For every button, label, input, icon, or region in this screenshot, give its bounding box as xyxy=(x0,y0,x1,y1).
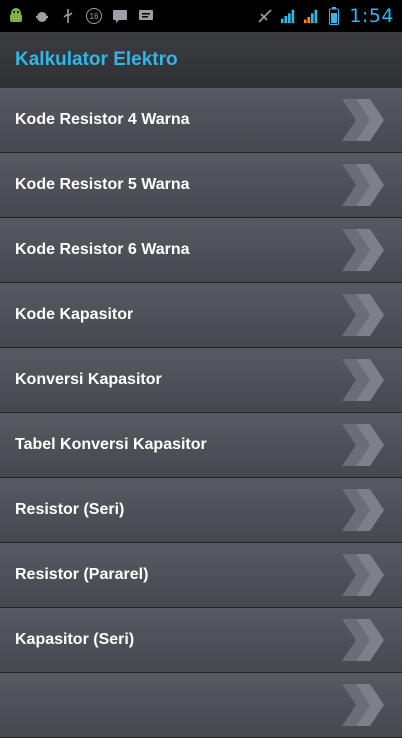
signal-bars-icon xyxy=(303,8,319,24)
menu-item-partial[interactable] xyxy=(0,673,402,738)
menu-item-label: Tabel Konversi Kapasitor xyxy=(15,436,207,453)
menu-item-label: Kode Resistor 6 Warna xyxy=(15,241,190,258)
chevron-right-icon xyxy=(342,684,384,726)
message-icon xyxy=(112,8,128,24)
status-bar: 16 1:54 xyxy=(0,0,402,32)
menu-item-kode-resistor-4-warna[interactable]: Kode Resistor 4 Warna xyxy=(0,88,402,153)
notification-16-icon: 16 xyxy=(86,8,102,24)
menu-item-kode-kapasitor[interactable]: Kode Kapasitor xyxy=(0,283,402,348)
menu-item-label: Kapasitor (Seri) xyxy=(15,631,135,648)
menu-list[interactable]: Kode Resistor 4 Warna Kode Resistor 5 Wa… xyxy=(0,88,402,738)
usb-icon xyxy=(60,8,76,24)
chevron-right-icon xyxy=(342,229,384,271)
menu-item-tabel-konversi-kapasitor[interactable]: Tabel Konversi Kapasitor xyxy=(0,413,402,478)
chevron-right-icon xyxy=(342,294,384,336)
chevron-right-icon xyxy=(342,99,384,141)
menu-item-label: Kode Resistor 5 Warna xyxy=(15,176,190,193)
menu-item-resistor-seri[interactable]: Resistor (Seri) xyxy=(0,478,402,543)
menu-item-kode-resistor-5-warna[interactable]: Kode Resistor 5 Warna xyxy=(0,153,402,218)
hsdpa-signal-icon xyxy=(280,8,296,24)
menu-item-kode-resistor-6-warna[interactable]: Kode Resistor 6 Warna xyxy=(0,218,402,283)
menu-item-label: Resistor (Pararel) xyxy=(15,566,149,583)
no-signal-icon xyxy=(257,8,273,24)
menu-item-label: Resistor (Seri) xyxy=(15,501,125,518)
chevron-right-icon xyxy=(342,489,384,531)
menu-item-label: Kode Resistor 4 Warna xyxy=(15,111,190,128)
status-bar-notifications: 16 xyxy=(0,8,257,24)
app-title: Kalkulator Elektro xyxy=(15,49,178,70)
chevron-right-icon xyxy=(342,164,384,206)
android-debug-icon xyxy=(34,8,50,24)
action-bar: Kalkulator Elektro xyxy=(0,32,402,90)
chevron-right-icon xyxy=(342,619,384,661)
menu-item-kapasitor-seri[interactable]: Kapasitor (Seri) xyxy=(0,608,402,673)
menu-item-konversi-kapasitor[interactable]: Konversi Kapasitor xyxy=(0,348,402,413)
android-icon xyxy=(8,8,24,24)
menu-item-resistor-pararel[interactable]: Resistor (Pararel) xyxy=(0,543,402,608)
battery-charging-icon xyxy=(326,7,342,25)
chevron-right-icon xyxy=(342,359,384,401)
chat-icon xyxy=(138,8,154,24)
chevron-right-icon xyxy=(342,424,384,466)
status-bar-system: 1:54 xyxy=(257,5,402,27)
menu-item-label: Konversi Kapasitor xyxy=(15,371,162,388)
chevron-right-icon xyxy=(342,554,384,596)
clock: 1:54 xyxy=(349,5,394,27)
menu-item-label: Kode Kapasitor xyxy=(15,306,134,323)
